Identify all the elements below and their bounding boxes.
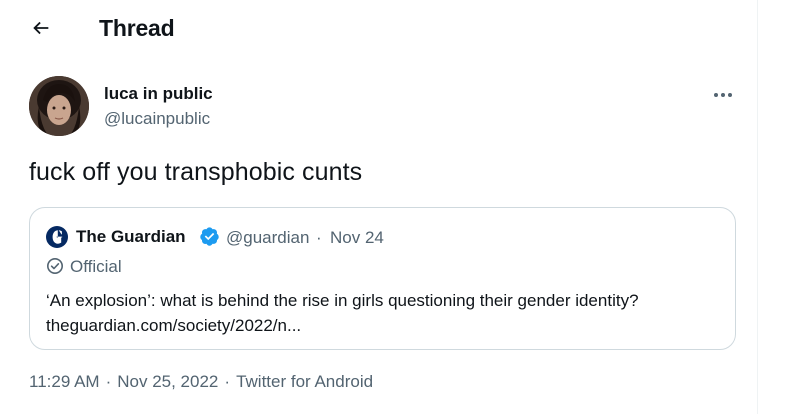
arrow-left-icon bbox=[30, 17, 52, 44]
tweet-text: fuck off you transphobic cunts bbox=[29, 158, 363, 186]
quoted-headline: ‘An explosion’: what is behind the rise … bbox=[46, 291, 639, 310]
tweet-source[interactable]: Twitter for Android bbox=[236, 372, 373, 391]
quoted-tweet[interactable]: The Guardian @guardian · Nov 24 Official… bbox=[29, 207, 736, 350]
avatar[interactable] bbox=[29, 76, 89, 136]
tweet-date[interactable]: Nov 25, 2022 bbox=[117, 372, 218, 391]
official-label: Official bbox=[70, 257, 122, 276]
tweet-time[interactable]: 11:29 AM bbox=[29, 372, 100, 391]
author-handle[interactable]: @lucainpublic bbox=[104, 109, 210, 129]
quoted-link[interactable]: theguardian.com/society/2022/n... bbox=[46, 313, 726, 338]
separator-dot: · bbox=[105, 372, 112, 391]
verified-badge-icon bbox=[199, 226, 220, 247]
quoted-author-handle[interactable]: @guardian bbox=[226, 228, 309, 248]
thread-header: Thread bbox=[0, 0, 758, 58]
quoted-tweet-date[interactable]: Nov 24 bbox=[330, 228, 384, 248]
more-options-button[interactable] bbox=[708, 84, 738, 104]
author-name[interactable]: luca in public bbox=[104, 84, 213, 104]
separator-dot: · bbox=[224, 372, 231, 391]
quoted-tweet-text: ‘An explosion’: what is behind the rise … bbox=[46, 288, 726, 338]
guardian-logo-icon bbox=[46, 226, 68, 248]
quoted-author-name[interactable]: The Guardian bbox=[76, 227, 186, 247]
page-title: Thread bbox=[99, 15, 175, 41]
separator-dot: · bbox=[316, 228, 322, 247]
thread-column: Thread luca in public @lucainpublic fuck… bbox=[0, 0, 758, 414]
more-dots-icon bbox=[712, 85, 734, 103]
back-button[interactable] bbox=[24, 13, 58, 47]
tweet-meta: 11:29 AM · Nov 25, 2022 · Twitter for Androi… bbox=[29, 372, 373, 392]
official-check-icon bbox=[46, 257, 64, 275]
